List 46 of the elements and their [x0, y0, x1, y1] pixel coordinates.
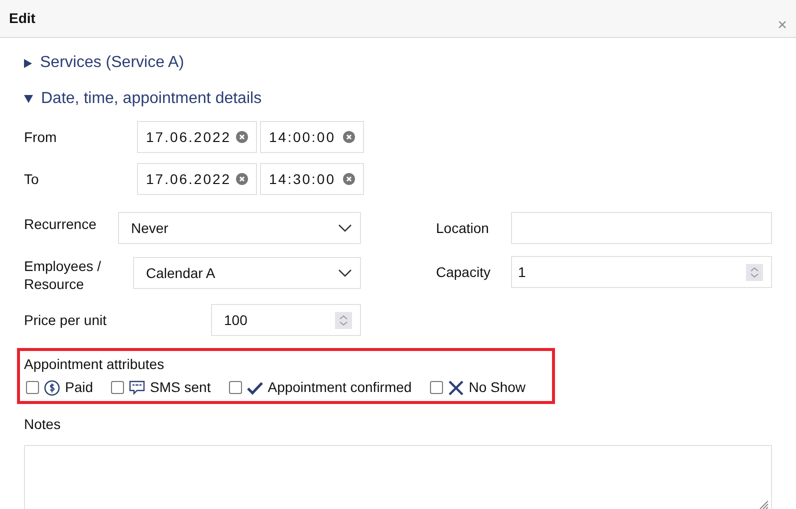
resize-handle-icon[interactable] [759, 500, 769, 509]
clear-icon[interactable] [343, 131, 355, 143]
group-title: Appointment attributes [24, 355, 166, 374]
checkbox-label[interactable]: SMS sent [150, 377, 211, 398]
checkbox[interactable] [228, 381, 242, 394]
location-input[interactable] [511, 212, 772, 244]
section-title[interactable]: Services (Service A) [40, 51, 184, 75]
date-field[interactable]: 17.06.2022 [137, 121, 257, 153]
checkbox-label[interactable]: Paid [65, 377, 94, 398]
capacity-input[interactable]: 1 [511, 256, 772, 288]
date-field[interactable]: 17.06.2022 [137, 163, 257, 195]
checkbox-label[interactable]: Appointment confirmed [268, 377, 412, 398]
window-title: Edit [9, 9, 36, 28]
cross-icon [448, 380, 464, 396]
recurrence-select[interactable]: Never [118, 212, 361, 244]
employee-select[interactable]: Calendar A [133, 257, 361, 289]
checkmark-icon [246, 380, 263, 394]
spinner-icon[interactable] [335, 312, 352, 328]
price-input[interactable]: 100 [211, 304, 361, 336]
field-label: To [24, 170, 40, 189]
section-header[interactable]: Services (Service A) [24, 51, 772, 75]
field-label: Capacity [436, 262, 492, 282]
field-label: Employees / Resource [24, 257, 102, 293]
spinner-icon[interactable] [746, 264, 763, 280]
date-field[interactable]: 14:00:00 [260, 121, 364, 153]
section-title[interactable]: Date, time, appointment details [41, 87, 262, 111]
field-label: Price per unit [24, 310, 108, 330]
clear-icon[interactable] [343, 173, 355, 185]
dollar-coin-icon [44, 380, 60, 396]
chevron-down-icon [338, 269, 352, 277]
checkbox-label[interactable]: No Show [468, 377, 526, 398]
chat-bubble-icon [129, 380, 146, 396]
triangle-right-icon[interactable] [24, 58, 32, 68]
field-label: Location [436, 218, 490, 238]
clear-icon[interactable] [236, 131, 248, 143]
section-header[interactable]: Date, time, appointment details [24, 87, 772, 111]
chevron-down-icon [338, 224, 352, 232]
checkbox[interactable] [430, 381, 443, 394]
triangle-down-icon[interactable] [24, 95, 33, 103]
field-label: Recurrence [24, 215, 98, 234]
checkbox[interactable] [26, 381, 39, 394]
checkbox[interactable] [111, 381, 124, 394]
field-label: Notes [24, 415, 62, 434]
clear-icon[interactable] [236, 173, 248, 185]
field-label: From [24, 128, 58, 147]
date-field[interactable]: 14:30:00 [260, 163, 364, 195]
